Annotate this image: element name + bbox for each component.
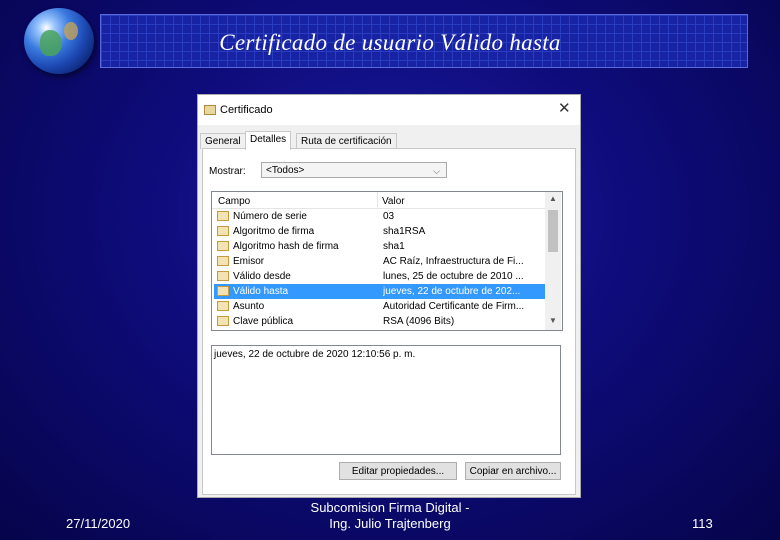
- table-row[interactable]: Asunto Autoridad Certificante de Firm...: [214, 299, 545, 314]
- scroll-thumb[interactable]: [548, 210, 558, 252]
- tab-certification-path[interactable]: Ruta de certificación: [296, 133, 397, 149]
- field-value: sha1: [383, 241, 405, 252]
- field-value: Autoridad Certificante de Firm...: [383, 301, 525, 312]
- field-value: sha1RSA: [383, 226, 426, 237]
- certificate-field-icon: [217, 241, 229, 251]
- field-name: Válido hasta: [233, 286, 289, 297]
- table-row[interactable]: Número de serie 03: [214, 209, 545, 224]
- chevron-down-icon: ⌵: [433, 166, 440, 176]
- field-value: AC Raíz, Infraestructura de Fi...: [383, 256, 524, 267]
- column-header-field[interactable]: Campo: [218, 196, 250, 207]
- table-row[interactable]: Válido hasta jueves, 22 de octubre de 202…: [214, 284, 545, 299]
- globe-icon: [24, 8, 94, 74]
- table-row[interactable]: Válido desde lunes, 25 de octubre de 2010…: [214, 269, 545, 284]
- field-name: Asunto: [233, 301, 265, 312]
- field-value: 03: [383, 211, 395, 222]
- list-scrollbar[interactable]: ▲ ▼: [545, 192, 561, 330]
- tab-general[interactable]: General: [200, 133, 246, 149]
- certificate-field-icon: [217, 226, 229, 236]
- detail-textbox[interactable]: jueves, 22 de octubre de 2020 12:10:56 p…: [211, 345, 561, 455]
- table-row[interactable]: Algoritmo hash de firma sha1: [214, 239, 545, 254]
- tab-details[interactable]: Detalles: [245, 131, 292, 150]
- slide-title: Certificado de usuario Válido hasta: [219, 30, 561, 55]
- certificate-field-icon: [217, 211, 229, 221]
- footer-line-2: Ing. Julio Trajtenberg: [329, 516, 451, 531]
- footer-line-1: Subcomision Firma Digital -: [310, 500, 470, 515]
- fields-list[interactable]: Campo Valor Número de serie 03 Algoritmo d…: [211, 191, 563, 331]
- certificate-field-icon: [217, 256, 229, 266]
- footer-date: 27/11/2020: [66, 516, 131, 531]
- field-name: Número de serie: [233, 211, 307, 222]
- scroll-down-icon[interactable]: ▼: [549, 316, 557, 325]
- certificate-icon: [204, 105, 216, 115]
- footer-author: Subcomision Firma Digital - Ing. Julio T…: [285, 500, 495, 532]
- show-dropdown[interactable]: <Todos> ⌵: [261, 162, 447, 178]
- field-value: RSA (4096 Bits): [383, 316, 455, 327]
- field-name: Emisor: [233, 256, 265, 267]
- copy-to-file-button[interactable]: Copiar en archivo...: [465, 462, 561, 480]
- certificate-field-icon: [217, 286, 229, 296]
- field-name: Algoritmo de firma: [233, 226, 315, 237]
- field-value: jueves, 22 de octubre de 202...: [383, 286, 521, 297]
- certificate-dialog: Certificado ✕ General Detalles Ruta de c…: [197, 94, 581, 498]
- field-name: Algoritmo hash de firma: [233, 241, 339, 252]
- certificate-field-icon: [217, 316, 229, 326]
- field-value: lunes, 25 de octubre de 2010 ...: [383, 271, 524, 282]
- table-row[interactable]: Emisor AC Raíz, Infraestructura de Fi...: [214, 254, 545, 269]
- page-number: 113: [692, 516, 713, 531]
- table-row[interactable]: Clave pública RSA (4096 Bits): [214, 314, 545, 329]
- table-row[interactable]: Algoritmo de firma sha1RSA: [214, 224, 545, 239]
- dialog-title: Certificado: [220, 104, 273, 116]
- list-header: Campo Valor: [212, 192, 545, 209]
- show-dropdown-value: <Todos>: [266, 165, 305, 176]
- show-label: Mostrar:: [209, 166, 246, 177]
- details-panel: Mostrar: <Todos> ⌵ Campo Valor Número de…: [202, 148, 576, 495]
- close-icon[interactable]: ✕: [558, 99, 571, 117]
- field-name: Clave pública: [233, 316, 294, 327]
- field-name: Válido desde: [233, 271, 291, 282]
- certificate-field-icon: [217, 271, 229, 281]
- scroll-up-icon[interactable]: ▲: [549, 194, 557, 203]
- certificate-field-icon: [217, 301, 229, 311]
- edit-properties-button[interactable]: Editar propiedades...: [339, 462, 457, 480]
- dialog-titlebar: Certificado ✕: [198, 95, 580, 125]
- column-header-value[interactable]: Valor: [382, 196, 405, 207]
